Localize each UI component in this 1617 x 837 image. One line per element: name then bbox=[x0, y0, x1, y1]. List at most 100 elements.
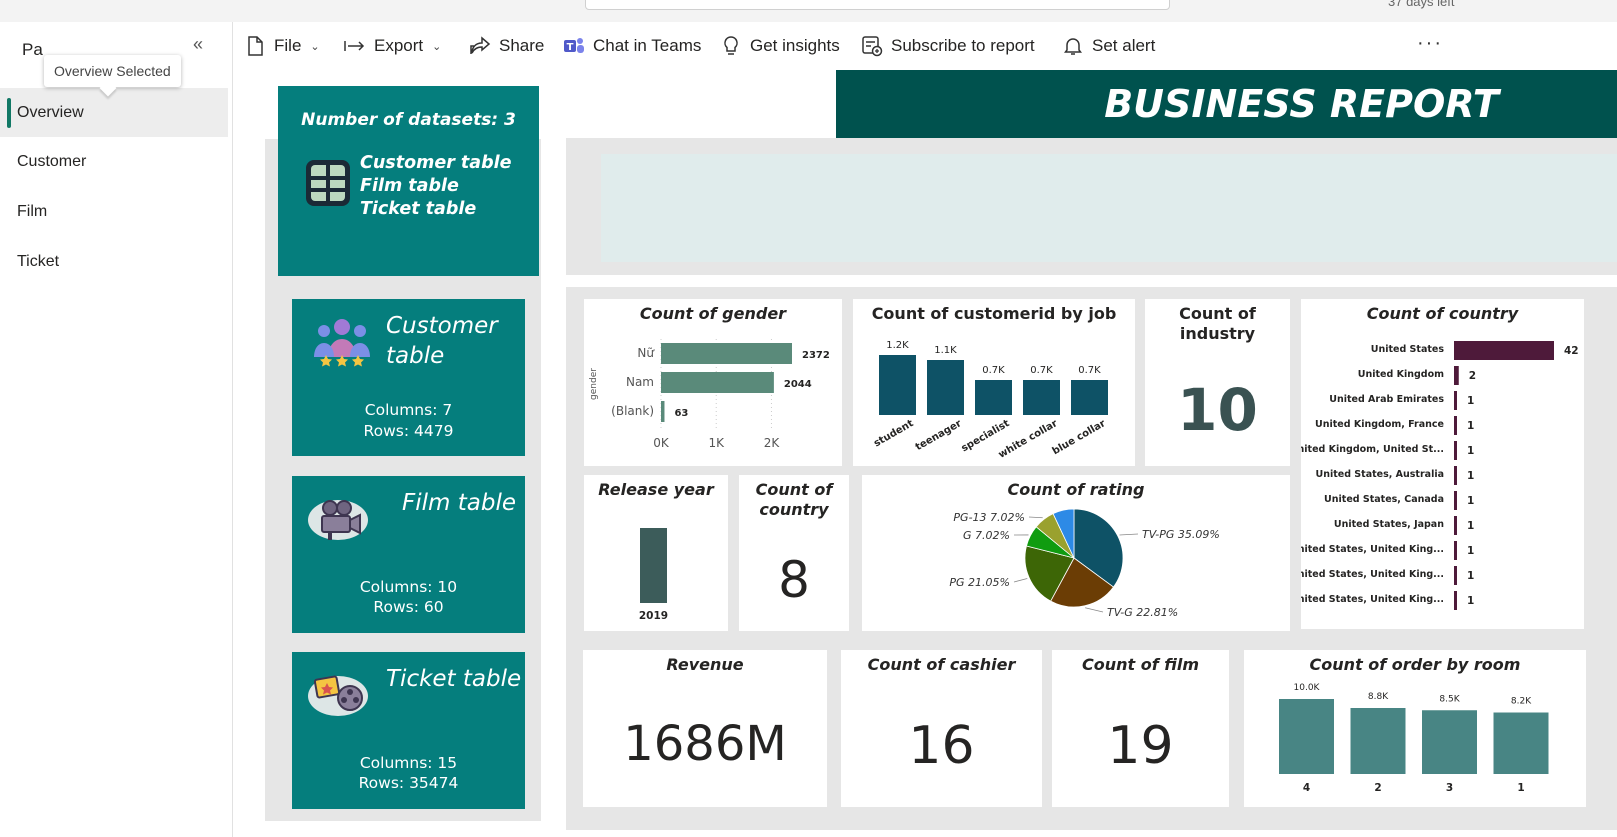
search-box[interactable] bbox=[585, 0, 1170, 10]
tooltip: Overview Selected bbox=[44, 55, 181, 87]
get-insights-button[interactable]: Get insights bbox=[720, 34, 840, 58]
rating-data-label: G 7.02% bbox=[963, 529, 1010, 542]
gender-x-tick: 0K bbox=[653, 436, 670, 450]
room-category-label: 2 bbox=[1374, 782, 1381, 794]
country-data-label: 1 bbox=[1467, 445, 1474, 457]
country-category-label: United Kingdom, United St... bbox=[1301, 444, 1444, 455]
film-table-title: Film table bbox=[402, 490, 516, 516]
country-data-label: 1 bbox=[1467, 395, 1474, 407]
ticket-table-columns: Columns: 15 bbox=[359, 754, 458, 772]
room-bar bbox=[1279, 699, 1334, 774]
chevron-down-icon: ⌄ bbox=[432, 40, 442, 53]
film-kpi-card[interactable]: Count of film 19 bbox=[1052, 650, 1229, 807]
country-chart-title: Count of country bbox=[1366, 304, 1519, 323]
gender-bar bbox=[661, 401, 665, 422]
customer-table-title-line1: Customer bbox=[386, 313, 498, 339]
job-data-label: 0.7K bbox=[982, 365, 1005, 376]
film-kpi-title: Count of film bbox=[1081, 655, 1199, 674]
page-tab-ticket[interactable]: Ticket bbox=[0, 237, 228, 286]
country-data-label: 1 bbox=[1467, 570, 1474, 582]
get-insights-label: Get insights bbox=[750, 36, 840, 55]
country-data-label: 1 bbox=[1467, 470, 1474, 482]
page-tab-customer[interactable]: Customer bbox=[0, 137, 228, 186]
gender-data-label: 2044 bbox=[784, 379, 812, 390]
country-category-label: United States, Canada bbox=[1324, 494, 1444, 505]
country-chart-card[interactable]: Count of country United States 42 United K… bbox=[1301, 299, 1584, 629]
job-chart-card[interactable]: Count of customerid by job 1.2K student 1.… bbox=[853, 299, 1135, 466]
gender-bar bbox=[661, 372, 774, 393]
file-menu[interactable]: File ⌄ bbox=[244, 34, 320, 58]
customer-table-title-line2: table bbox=[386, 343, 445, 369]
industry-kpi-value: 10 bbox=[1177, 376, 1258, 444]
country-bar bbox=[1454, 491, 1457, 510]
country-data-label: 2 bbox=[1469, 370, 1476, 382]
country-bar bbox=[1454, 441, 1457, 460]
room-chart-title: Count of order by room bbox=[1309, 655, 1521, 674]
room-category-label: 3 bbox=[1446, 782, 1453, 794]
job-data-label: 0.7K bbox=[1078, 365, 1101, 376]
revenue-kpi-value: 1686M bbox=[623, 716, 787, 772]
gender-bar bbox=[661, 343, 792, 364]
job-category-label: student bbox=[872, 418, 916, 449]
country-kpi-title-line2: country bbox=[759, 500, 829, 519]
svg-text:T: T bbox=[567, 42, 574, 53]
subscribe-button[interactable]: Subscribe to report bbox=[861, 34, 1035, 58]
export-icon bbox=[344, 35, 366, 57]
collapse-pane-icon[interactable]: « bbox=[193, 34, 203, 55]
cashier-kpi-card[interactable]: Count of cashier 16 bbox=[841, 650, 1042, 807]
ticket-table-rows: Rows: 35474 bbox=[358, 774, 459, 792]
report-canvas: Number of datasets: 3 Customer table Fil… bbox=[234, 70, 1617, 837]
country-kpi-value: 8 bbox=[778, 551, 810, 609]
release-year-card[interactable]: Release year 2019 bbox=[584, 475, 728, 631]
page-tab-overview[interactable]: Overview bbox=[0, 88, 228, 137]
table-grid-icon bbox=[304, 158, 352, 213]
country-kpi-title-line1: Count of bbox=[755, 480, 833, 499]
page-tab-film[interactable]: Film bbox=[0, 187, 228, 236]
job-chart: 1.2Kstudent1.1Kteenager0.7Kspecialist0.7… bbox=[872, 340, 1108, 461]
country-bar bbox=[1454, 416, 1457, 435]
rating-chart-card[interactable]: Count of rating TV-PG 35.09% TV-G 22.81% P… bbox=[862, 475, 1290, 631]
trial-days-left: 37 days left bbox=[1388, 0, 1455, 9]
room-chart-card[interactable]: Count of order by room 10.0K 4 8.8K 2 8.5K 3 8… bbox=[1244, 650, 1586, 807]
room-data-label: 8.5K bbox=[1439, 694, 1460, 704]
more-options-icon[interactable]: ··· bbox=[1417, 32, 1443, 55]
customers-group-icon bbox=[312, 313, 372, 374]
country-bar bbox=[1454, 391, 1457, 410]
app-window: 37 days left Pa « Overview Customer Film… bbox=[0, 0, 1617, 837]
rating-chart: TV-PG 35.09% TV-G 22.81% PG 21.05% G 7.02% P… bbox=[949, 508, 1220, 619]
country-data-label: 42 bbox=[1564, 345, 1579, 357]
rating-data-label: PG 21.05% bbox=[949, 576, 1010, 589]
industry-kpi-title-line2: industry bbox=[1179, 324, 1256, 343]
share-icon bbox=[469, 35, 491, 57]
industry-kpi-card[interactable]: Count of industry 10 bbox=[1145, 299, 1290, 466]
release-year-chart: 2019 bbox=[639, 528, 668, 622]
country-kpi-card[interactable]: Count of country 8 bbox=[739, 475, 849, 631]
dataset-item: Customer table bbox=[360, 153, 512, 173]
set-alert-button[interactable]: Set alert bbox=[1062, 34, 1155, 58]
job-bar bbox=[1071, 380, 1108, 415]
job-category-label: teenager bbox=[914, 418, 964, 453]
job-bar bbox=[1023, 380, 1060, 415]
ticket-table-title: Ticket table bbox=[386, 666, 522, 692]
room-category-label: 4 bbox=[1303, 782, 1310, 794]
share-button[interactable]: Share bbox=[469, 34, 544, 58]
country-category-label: United Kingdom, France bbox=[1315, 419, 1444, 430]
film-table-card: Film table Columns: 10 Rows: 60 bbox=[292, 476, 525, 633]
release-year-title: Release year bbox=[598, 480, 714, 499]
revenue-kpi-card[interactable]: Revenue 1686M bbox=[583, 650, 827, 807]
chat-in-teams-button[interactable]: T Chat in Teams bbox=[563, 34, 701, 58]
teams-icon: T bbox=[563, 35, 585, 57]
country-category-label: United States, Japan bbox=[1334, 519, 1444, 530]
dataset-item: Ticket table bbox=[360, 199, 477, 219]
country-data-label: 1 bbox=[1467, 545, 1474, 557]
industry-kpi-title-line1: Count of bbox=[1179, 304, 1256, 323]
country-data-label: 1 bbox=[1467, 420, 1474, 432]
country-category-label: United Arab Emirates bbox=[1329, 394, 1444, 405]
export-menu[interactable]: Export ⌄ bbox=[344, 34, 441, 58]
country-bar bbox=[1454, 341, 1554, 360]
gender-chart-card[interactable]: Count of gender gender 0K 1K 2K Nữ 2372 Nam 204… bbox=[584, 299, 842, 466]
file-label: File bbox=[274, 36, 302, 55]
release-year-label: 2019 bbox=[639, 610, 668, 622]
country-bar bbox=[1454, 466, 1457, 485]
country-chart: United States 42 United Kingdom 2 United Ara… bbox=[1301, 341, 1579, 610]
